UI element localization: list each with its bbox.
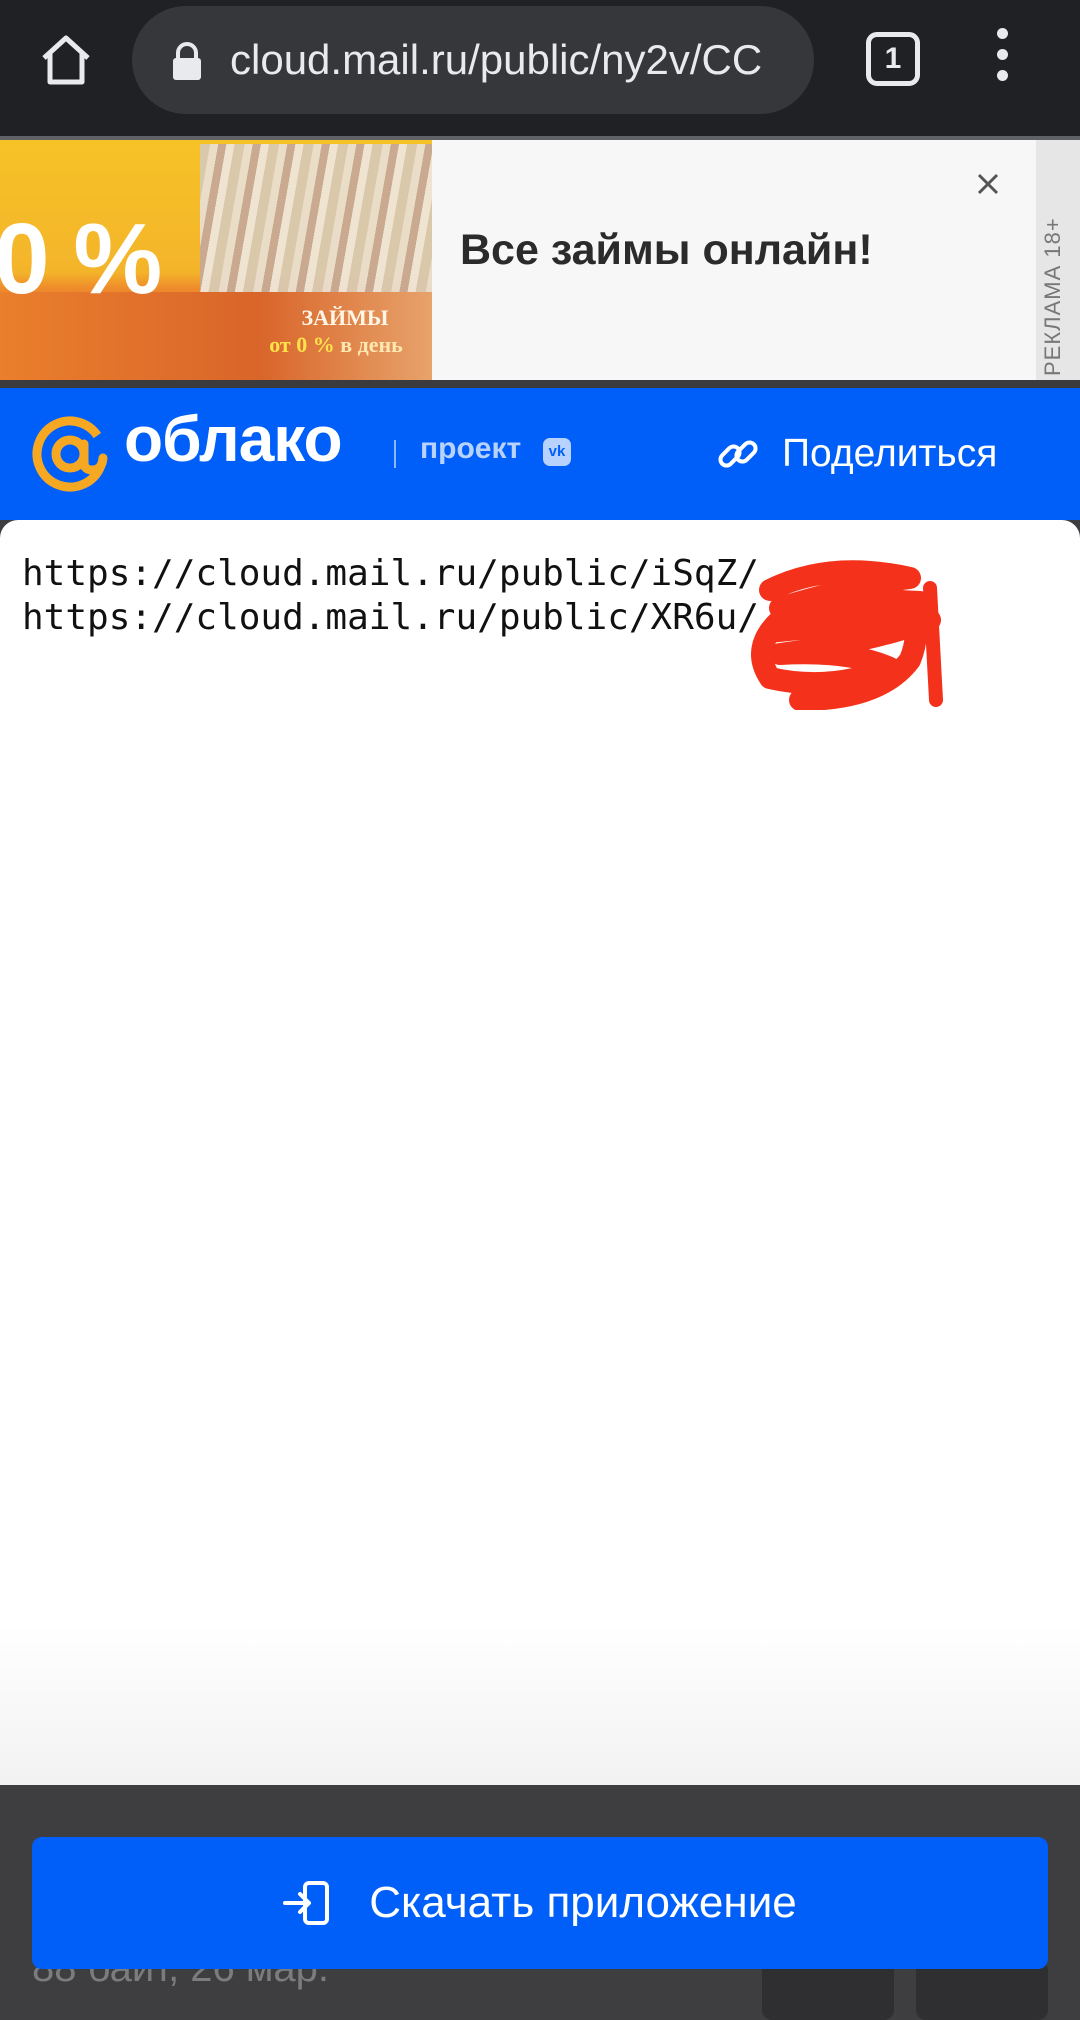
share-label: Поделиться [782, 432, 998, 475]
ad-image[interactable]: 0 % ЗАЙМЫ от 0 % в день [0, 140, 432, 380]
ad-rate-prefix: от 0 % [269, 332, 335, 357]
link-icon [718, 440, 758, 468]
project-label: проект [420, 432, 522, 465]
home-button[interactable] [28, 22, 104, 98]
footer-action-button[interactable] [762, 1960, 894, 2020]
browser-toolbar: cloud.mail.ru/public/ny2v/CC 1 [0, 0, 1080, 136]
ad-headline[interactable]: Все займы онлайн! [460, 226, 873, 275]
lock-icon [173, 42, 201, 80]
home-icon [42, 35, 90, 85]
logo-at-icon[interactable] [30, 414, 110, 494]
download-app-label: Скачать приложение [369, 1878, 797, 1927]
ad-rate-suffix: в день [334, 332, 403, 357]
cloud-header: облако проект vk Поделиться [0, 388, 1080, 520]
open-in-app-icon [283, 1881, 330, 1925]
ad-loans-text: ЗАЙМЫ [301, 305, 389, 330]
ad-banner[interactable]: 0 % ЗАЙМЫ от 0 % в день Все займы онлайн… [0, 140, 1080, 380]
file-line: https://cloud.mail.ru/public/iSqZ/ [22, 553, 759, 594]
logo-text[interactable]: облако [124, 402, 343, 476]
address-bar[interactable]: cloud.mail.ru/public/ny2v/CC [132, 6, 814, 114]
vk-icon: vk [543, 438, 571, 466]
redaction-scribble [751, 560, 943, 710]
ad-percent-text: 0 % [0, 203, 162, 315]
ad-divider [0, 380, 1080, 388]
logo-divider [394, 440, 396, 468]
file-line: https://cloud.mail.ru/public/XR6u/ [22, 597, 759, 638]
ad-rate-text: от 0 % в день [236, 332, 432, 358]
ad-label: РЕКЛАМА 18+ [1040, 217, 1065, 376]
viewer-fade [0, 1625, 1080, 1785]
file-content: https://cloud.mail.ru/public/iSqZ/https:… [22, 552, 759, 640]
download-app-button[interactable]: Скачать приложение [32, 1837, 1048, 1969]
share-button[interactable]: Поделиться [716, 418, 997, 490]
more-vert-icon[interactable] [990, 28, 1014, 92]
url-text: cloud.mail.ru/public/ny2v/CC [230, 36, 763, 83]
close-icon[interactable] [970, 166, 1006, 202]
footer-action-button[interactable] [916, 1960, 1048, 2020]
document-viewer[interactable]: https://cloud.mail.ru/public/iSqZ/https:… [0, 520, 1080, 1785]
tabs-button[interactable]: 1 [866, 32, 920, 86]
